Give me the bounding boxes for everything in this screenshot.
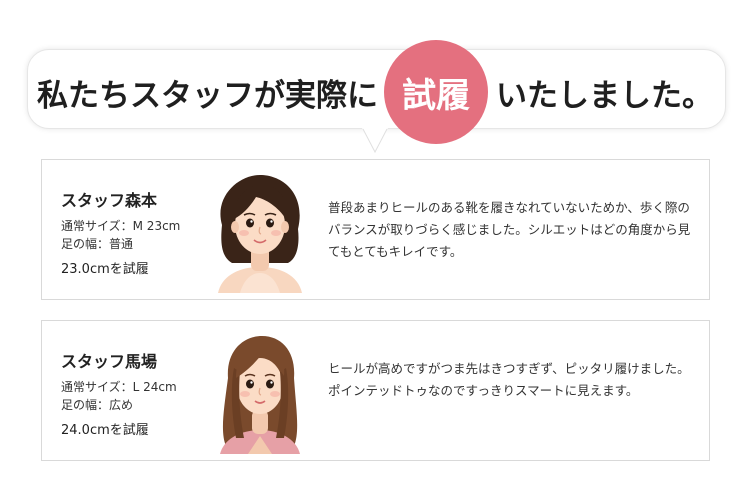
- headline-tail: いたしました。: [496, 77, 713, 114]
- woman-long-brown-hair-avatar-icon: [220, 336, 300, 454]
- tried-size: 24.0cmを試履: [61, 423, 149, 438]
- staff-card: スタッフ森本 通常サイズ：M 23cm 足の幅：普通 23.0cmを試履 普段あ…: [41, 159, 710, 300]
- staff-card: スタッフ馬場 通常サイズ：L 24cm 足の幅：広め 24.0cmを試履 ヒール…: [41, 320, 710, 461]
- usual-size: 通常サイズ：M 23cm: [61, 219, 181, 233]
- highlight-badge: 試履: [384, 40, 488, 144]
- headline-lead: 私たちスタッフが実際に: [37, 77, 378, 114]
- woman-short-dark-hair-avatar-icon: [218, 175, 302, 293]
- staff-comment: 普段あまりヒールのある靴を履きなれていないためか、歩く際のバランスが取りづらく感…: [328, 200, 691, 259]
- usual-size: 通常サイズ：L 24cm: [61, 380, 177, 394]
- foot-width: 足の幅：広め: [61, 398, 134, 412]
- speech-bubble-tail: [362, 128, 388, 154]
- staff-name: スタッフ馬場: [61, 352, 158, 371]
- tried-size: 23.0cmを試履: [61, 262, 149, 277]
- foot-width: 足の幅：普通: [61, 237, 134, 251]
- headline: 私たちスタッフが実際に 試履 いたしました。: [0, 40, 750, 144]
- staff-name: スタッフ森本: [61, 191, 158, 210]
- staff-comment: ヒールが高めですがつま先はきつすぎず、ピッタリ履けました。ポインテッドトゥなので…: [328, 361, 690, 398]
